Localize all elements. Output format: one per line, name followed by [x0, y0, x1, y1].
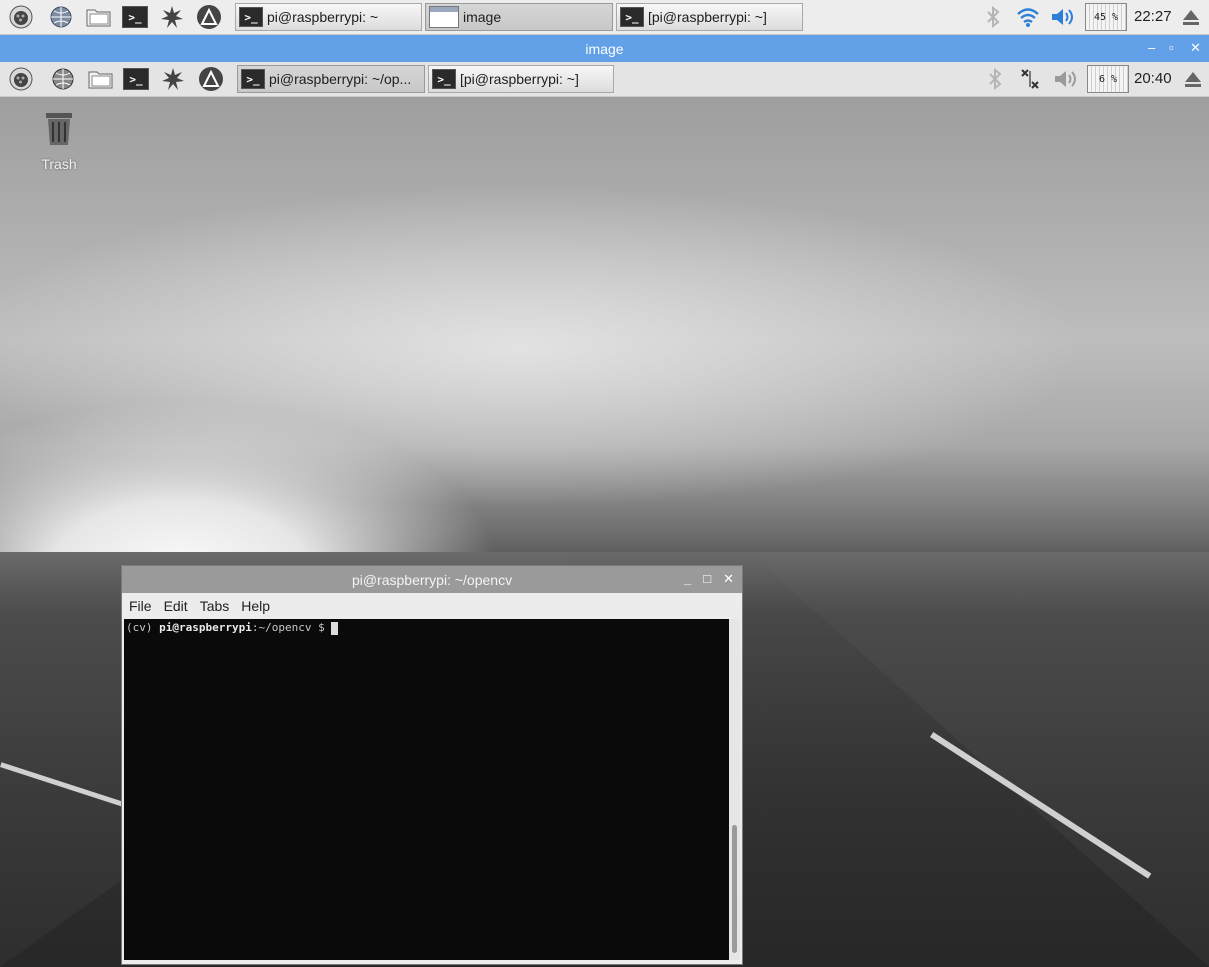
- terminal-output[interactable]: (cv) pi@raspberrypi:~/opencv $: [124, 619, 729, 960]
- guest-taskbar: >_ >_ pi@raspberrypi: ~/op... >_ [pi@ras…: [0, 62, 1209, 97]
- menu-help[interactable]: Help: [241, 598, 270, 614]
- close-button[interactable]: ✕: [723, 571, 734, 587]
- maximize-button[interactable]: ▫: [1169, 40, 1174, 55]
- maximize-button[interactable]: □: [703, 571, 711, 587]
- volume-icon[interactable]: [1050, 4, 1076, 30]
- menu-tabs[interactable]: Tabs: [200, 598, 230, 614]
- menu-edit[interactable]: Edit: [164, 598, 188, 614]
- eject-icon[interactable]: [1178, 4, 1204, 30]
- menu-file[interactable]: File: [129, 598, 152, 614]
- math-kernel-icon[interactable]: [160, 66, 186, 92]
- volume-icon[interactable]: [1053, 66, 1079, 92]
- task-label: [pi@raspberrypi: ~]: [648, 9, 767, 25]
- clock[interactable]: 20:40: [1134, 70, 1172, 87]
- clock[interactable]: 22:27: [1134, 8, 1172, 25]
- minimize-button[interactable]: –: [1148, 40, 1155, 55]
- task-terminal-bracket[interactable]: >_ [pi@raspberrypi: ~]: [616, 3, 803, 31]
- terminal-icon: >_: [620, 7, 644, 27]
- wifi-icon[interactable]: [1015, 4, 1041, 30]
- web-browser-icon[interactable]: [48, 4, 74, 30]
- trash-label: Trash: [41, 156, 77, 172]
- bluetooth-icon[interactable]: [982, 66, 1008, 92]
- window-icon: [429, 6, 459, 28]
- network-disconnected-icon[interactable]: [1017, 66, 1043, 92]
- terminal-window: pi@raspberrypi: ~/opencv _ □ ✕ File Edit…: [121, 565, 743, 965]
- image-viewer-titlebar[interactable]: image – ▫ ✕: [0, 35, 1209, 62]
- eject-icon[interactable]: [1180, 66, 1206, 92]
- prompt-user: pi@raspberrypi: [159, 621, 252, 634]
- task-image-viewer[interactable]: image: [425, 3, 613, 31]
- minimize-button[interactable]: _: [684, 571, 691, 587]
- trash-icon: [46, 113, 72, 145]
- window-title: pi@raspberrypi: ~/opencv: [351, 571, 513, 588]
- cpu-percent: 45 %: [1093, 11, 1119, 23]
- prompt-env: (cv): [126, 621, 153, 634]
- raspberry-menu-icon[interactable]: [8, 4, 34, 30]
- wolfram-icon[interactable]: [198, 66, 224, 92]
- host-taskbar: >_ >_ pi@raspberrypi: ~ image >_ [pi@ras…: [0, 0, 1209, 35]
- cpu-monitor[interactable]: 6 %: [1087, 65, 1129, 93]
- close-button[interactable]: ✕: [1190, 40, 1201, 56]
- cpu-monitor[interactable]: 45 %: [1085, 3, 1127, 31]
- wolfram-icon[interactable]: [196, 4, 222, 30]
- file-manager-icon[interactable]: [86, 4, 112, 30]
- window-title: image: [585, 40, 624, 57]
- terminal-scrollbar[interactable]: [729, 619, 740, 960]
- text-cursor: [331, 621, 339, 635]
- web-browser-icon[interactable]: [50, 66, 76, 92]
- task-label: pi@raspberrypi: ~/op...: [269, 71, 412, 87]
- raspberry-menu-icon[interactable]: [8, 66, 34, 92]
- scrollbar-thumb[interactable]: [732, 825, 737, 953]
- math-kernel-icon[interactable]: [159, 4, 185, 30]
- terminal-icon[interactable]: >_: [123, 66, 149, 92]
- cpu-percent: 6 %: [1098, 73, 1118, 85]
- task-label: image: [463, 9, 502, 25]
- task-label: pi@raspberrypi: ~: [267, 9, 379, 25]
- trash-desktop-icon[interactable]: Trash: [28, 107, 90, 172]
- terminal-icon: >_: [239, 7, 263, 27]
- task-terminal-home[interactable]: >_ pi@raspberrypi: ~: [235, 3, 422, 31]
- prompt-path: :~/opencv $: [251, 621, 325, 634]
- terminal-titlebar[interactable]: pi@raspberrypi: ~/opencv _ □ ✕: [122, 566, 742, 593]
- file-manager-icon[interactable]: [88, 66, 114, 92]
- task-label: [pi@raspberrypi: ~]: [460, 71, 579, 87]
- terminal-menubar: File Edit Tabs Help: [122, 593, 742, 618]
- terminal-icon: >_: [241, 69, 265, 89]
- task-terminal-bracket[interactable]: >_ [pi@raspberrypi: ~]: [428, 65, 614, 93]
- task-terminal-opencv[interactable]: >_ pi@raspberrypi: ~/op...: [237, 65, 425, 93]
- terminal-icon: >_: [432, 69, 456, 89]
- bluetooth-icon[interactable]: [980, 4, 1006, 30]
- terminal-icon[interactable]: >_: [122, 4, 148, 30]
